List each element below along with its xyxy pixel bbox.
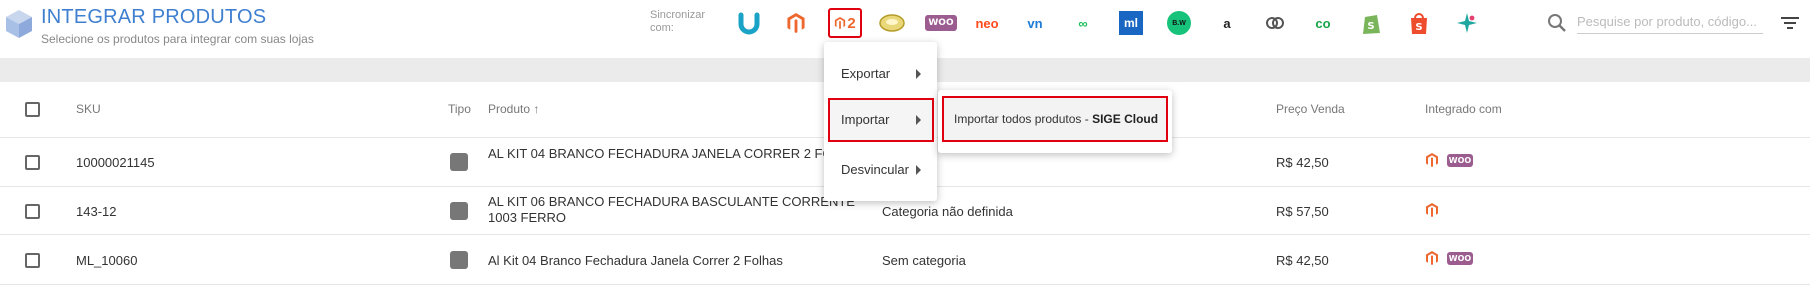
magento-icon bbox=[1426, 203, 1438, 217]
row-categoria: Sem categoria bbox=[882, 253, 966, 268]
menu-item-importar[interactable]: Importar bbox=[828, 98, 934, 142]
magento2-icon[interactable]: 2 bbox=[828, 8, 862, 38]
chevron-right-icon bbox=[916, 165, 921, 175]
row-preco: R$ 42,50 bbox=[1276, 253, 1329, 268]
plate-icon[interactable] bbox=[875, 8, 909, 38]
magento-icon[interactable] bbox=[779, 8, 813, 38]
select-all-checkbox[interactable] bbox=[25, 102, 40, 117]
shopify-icon[interactable]: S bbox=[1354, 8, 1388, 38]
row-produto: AL KIT 06 BRANCO FECHADURA BASCULANTE CO… bbox=[488, 194, 855, 225]
woocommerce-icon: WOO bbox=[1447, 153, 1473, 167]
amazon-text: a bbox=[1223, 15, 1231, 31]
import-all-products-sige-cloud[interactable]: Importar todos produtos - SIGE Cloud bbox=[942, 96, 1168, 142]
search-input[interactable] bbox=[1577, 10, 1763, 34]
menu-item-label: Importar bbox=[841, 112, 890, 127]
infinity-text: ∞ bbox=[1078, 15, 1088, 31]
header-produto[interactable]: Produto ↑ bbox=[488, 102, 539, 116]
neo-icon[interactable]: neo bbox=[970, 8, 1004, 38]
page-title: INTEGRAR PRODUTOS bbox=[41, 6, 267, 28]
sync-dropdown-menu: Exportar Importar Desvincular bbox=[824, 42, 937, 201]
box-logo-icon bbox=[6, 10, 32, 38]
row-checkbox[interactable] bbox=[25, 253, 40, 268]
row-produto: Al Kit 04 Branco Fechadura Janela Correr… bbox=[488, 253, 783, 268]
chevron-right-icon bbox=[916, 115, 921, 125]
woocommerce-icon: WOO bbox=[1447, 251, 1473, 265]
infinity-icon[interactable]: ∞ bbox=[1066, 8, 1100, 38]
ml-text: ml bbox=[1119, 11, 1143, 35]
menu-item-desvincular[interactable]: Desvincular bbox=[824, 148, 937, 192]
co-icon[interactable]: co bbox=[1306, 8, 1340, 38]
header-integrado: Integrado com bbox=[1425, 102, 1502, 116]
menu-item-label: Exportar bbox=[841, 66, 891, 81]
row-preco: R$ 42,50 bbox=[1276, 155, 1329, 170]
row-sku: 143-12 bbox=[76, 204, 117, 219]
magento2-label: 2 bbox=[847, 14, 856, 32]
page-subtitle: Selecione os produtos para integrar com … bbox=[41, 32, 314, 46]
sync-label: Sincronizar com: bbox=[650, 9, 706, 34]
product-type-icon bbox=[450, 153, 468, 171]
vn-text: vn bbox=[1027, 15, 1043, 31]
row-preco: R$ 57,50 bbox=[1276, 204, 1329, 219]
row-sku: 10000021145 bbox=[76, 155, 155, 170]
co-text: co bbox=[1315, 15, 1331, 31]
header-preco[interactable]: Preço Venda bbox=[1276, 102, 1345, 116]
product-type-icon bbox=[450, 202, 468, 220]
shopee-icon[interactable]: S bbox=[1402, 8, 1436, 38]
link-icon[interactable] bbox=[1258, 8, 1292, 38]
mercadolivre-icon[interactable]: ml bbox=[1114, 8, 1148, 38]
menu-item-exportar[interactable]: Exportar bbox=[824, 52, 937, 96]
row-integrations: WOO bbox=[1425, 251, 1473, 265]
bw-icon[interactable]: B.W bbox=[1162, 8, 1196, 38]
row-integrations: WOO bbox=[1425, 153, 1473, 167]
woocommerce-icon[interactable]: WOO bbox=[924, 8, 958, 38]
row-integrations bbox=[1425, 203, 1439, 217]
u-icon[interactable] bbox=[732, 8, 766, 38]
svg-text:S: S bbox=[1415, 22, 1422, 33]
submenu-item-label: Importar todos produtos - SIGE Cloud bbox=[954, 112, 1159, 126]
row-categoria: Categoria não definida bbox=[882, 204, 1013, 219]
header-sku[interactable]: SKU bbox=[76, 102, 101, 116]
amazon-icon[interactable]: a bbox=[1210, 8, 1244, 38]
header-tipo[interactable]: Tipo bbox=[448, 102, 471, 116]
woo-text: WOO bbox=[925, 15, 957, 31]
magento-icon bbox=[1426, 153, 1438, 167]
filter-icon[interactable] bbox=[1780, 14, 1800, 32]
product-type-icon bbox=[450, 251, 468, 269]
star-icon[interactable] bbox=[1450, 8, 1484, 38]
import-submenu: Importar todos produtos - SIGE Cloud bbox=[938, 90, 1172, 153]
table-row: ML_10060 Al Kit 04 Branco Fechadura Jane… bbox=[0, 235, 1810, 285]
row-checkbox[interactable] bbox=[25, 155, 40, 170]
search-icon[interactable] bbox=[1546, 12, 1568, 34]
magento-icon bbox=[1426, 251, 1438, 265]
row-produto: AL KIT 04 BRANCO FECHADURA JANELA CORRER… bbox=[488, 146, 867, 161]
vn-icon[interactable]: vn bbox=[1018, 8, 1052, 38]
chevron-right-icon bbox=[916, 69, 921, 79]
row-checkbox[interactable] bbox=[25, 204, 40, 219]
bw-text: B.W bbox=[1167, 11, 1191, 35]
svg-text:S: S bbox=[1367, 21, 1374, 32]
menu-item-label: Desvincular bbox=[841, 162, 909, 177]
neo-text: neo bbox=[975, 15, 999, 31]
row-sku: ML_10060 bbox=[76, 253, 138, 268]
